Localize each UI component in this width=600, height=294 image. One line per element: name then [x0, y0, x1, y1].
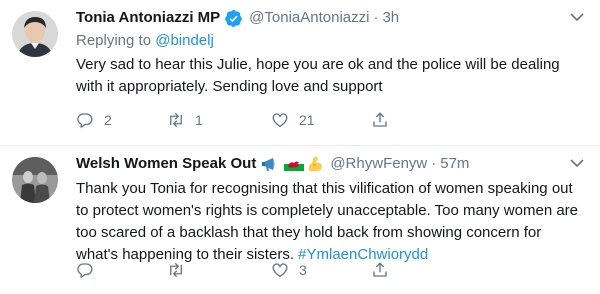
retweet-icon	[170, 262, 182, 278]
reply-prefix: Replying to	[76, 32, 156, 49]
retweet-icon	[170, 112, 182, 128]
tweet-text: Very sad to hear this Julie, hope you ar…	[76, 56, 560, 95]
share-icon	[373, 112, 387, 127]
timestamp[interactable]: 3h	[382, 6, 399, 30]
separator-dot: ·	[431, 155, 437, 172]
author-handle[interactable]: @RhywFenyw	[330, 152, 427, 176]
tweet-actions: 3	[76, 259, 416, 281]
author-handle[interactable]: @ToniaAntoniazzi	[249, 6, 369, 30]
retweet-count: 1	[195, 112, 203, 128]
verified-badge-icon	[225, 9, 242, 27]
tweet[interactable]: Tonia Antoniazzi MP @ToniaAntoniazzi · 3…	[0, 0, 600, 145]
welsh-flag-icon	[284, 157, 305, 171]
avatar[interactable]	[12, 11, 58, 57]
heart-icon	[272, 113, 288, 128]
timestamp[interactable]: 57m	[440, 152, 469, 176]
reply-context: Replying to @bindelj	[76, 30, 586, 52]
reply-count: 2	[104, 112, 112, 128]
share-icon	[373, 262, 387, 277]
like-count: 3	[299, 262, 307, 278]
separator-dot: ·	[373, 9, 379, 26]
avatar[interactable]	[12, 157, 58, 203]
author-name[interactable]: Welsh Women Speak Out	[76, 152, 256, 176]
chevron-down-icon[interactable]	[570, 158, 584, 168]
reply-button[interactable]: 2	[76, 109, 112, 131]
reply-to-link[interactable]: @bindelj	[155, 32, 214, 49]
tweet-actions: 2 1 21	[76, 109, 416, 131]
reply-icon	[77, 113, 93, 129]
tweet-text: Thank you Tonia for recognising that thi…	[76, 178, 586, 266]
like-button[interactable]: 3	[271, 259, 307, 281]
reply-button[interactable]	[76, 259, 104, 281]
flexed-biceps-icon	[309, 156, 323, 171]
chevron-down-icon[interactable]	[570, 12, 584, 22]
like-button[interactable]: 21	[271, 109, 315, 131]
share-button[interactable]	[371, 259, 389, 281]
like-count: 21	[299, 112, 315, 128]
retweet-button[interactable]	[167, 259, 195, 281]
megaphone-icon	[262, 158, 275, 171]
name-emojis	[262, 155, 324, 173]
share-button[interactable]	[371, 109, 389, 131]
tweet[interactable]: Welsh Women Speak Out @RhywFenyw · 57m T…	[0, 146, 600, 294]
reply-icon	[77, 263, 93, 279]
author-name[interactable]: Tonia Antoniazzi MP	[76, 6, 220, 30]
heart-icon	[272, 263, 288, 278]
retweet-button[interactable]: 1	[167, 109, 203, 131]
